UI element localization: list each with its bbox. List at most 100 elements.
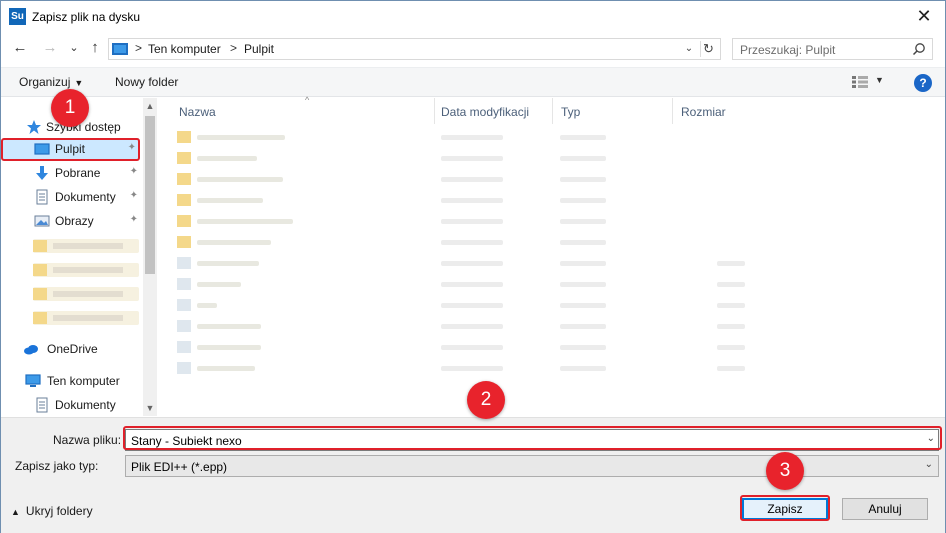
file-row[interactable] bbox=[177, 170, 747, 188]
file-row[interactable] bbox=[177, 254, 747, 272]
caret-down-icon: ▼ bbox=[74, 78, 84, 88]
scroll-up-icon[interactable]: ▲ bbox=[143, 98, 157, 114]
blurred-file-name bbox=[197, 156, 257, 161]
view-options-icon[interactable] bbox=[852, 76, 868, 88]
back-arrow-icon[interactable]: ← bbox=[10, 38, 30, 58]
app-icon: Su bbox=[9, 8, 26, 25]
search-input[interactable]: Przeszukaj: Pulpit bbox=[732, 38, 933, 60]
sidebar-item-downloads[interactable]: Pobrane ✦ bbox=[1, 162, 141, 184]
forward-arrow-icon[interactable]: → bbox=[40, 38, 60, 58]
column-header-label: Data modyfikacji bbox=[441, 105, 530, 119]
refresh-icon[interactable]: ↻ bbox=[700, 41, 716, 57]
blurred-file-name bbox=[197, 240, 271, 245]
sidebar-item-pc-documents[interactable]: Dokumenty bbox=[1, 394, 141, 416]
step-marker-3: 3 bbox=[766, 452, 804, 490]
sidebar-item-this-pc[interactable]: Ten komputer bbox=[1, 370, 141, 392]
file-row[interactable] bbox=[177, 275, 747, 293]
blurred-file-date bbox=[441, 198, 503, 203]
column-header-label: Typ bbox=[561, 105, 581, 119]
blurred-label bbox=[53, 267, 123, 273]
breadcrumb-separator-icon: > bbox=[230, 41, 238, 55]
sidebar-item-documents[interactable]: Dokumenty ✦ bbox=[1, 186, 141, 208]
blurred-file-type bbox=[560, 282, 606, 287]
folder-icon bbox=[177, 215, 191, 227]
sidebar-scrollbar[interactable]: ▲ ▼ bbox=[143, 98, 157, 416]
column-header-size[interactable]: Rozmiar bbox=[673, 98, 753, 124]
sidebar-item-blurred[interactable] bbox=[33, 239, 139, 253]
sidebar-item-pictures[interactable]: Obrazy ✦ bbox=[1, 210, 141, 232]
scroll-down-icon[interactable]: ▼ bbox=[143, 400, 157, 416]
folder-icon bbox=[177, 236, 191, 248]
file-icon bbox=[177, 299, 191, 311]
new-folder-button[interactable]: Nowy folder bbox=[115, 75, 178, 89]
highlight-save-button bbox=[740, 495, 830, 521]
filetype-select[interactable]: Plik EDI++ (*.epp) ⌄ bbox=[125, 455, 939, 477]
file-row[interactable] bbox=[177, 212, 747, 230]
caret-up-icon: ▲ bbox=[11, 507, 20, 517]
blurred-file-name bbox=[197, 282, 241, 287]
close-button[interactable]: ✕ bbox=[909, 3, 939, 29]
blurred-file-date bbox=[441, 240, 503, 245]
file-list: Nazwa ^ Data modyfikacji Typ Rozmiar bbox=[163, 95, 945, 416]
computer-icon bbox=[25, 374, 41, 387]
folder-icon bbox=[33, 240, 47, 252]
blurred-file-type bbox=[560, 261, 606, 266]
breadcrumb-desktop[interactable]: Pulpit bbox=[244, 42, 274, 56]
documents-icon bbox=[36, 189, 48, 205]
blurred-file-name bbox=[197, 324, 261, 329]
search-placeholder: Przeszukaj: Pulpit bbox=[740, 43, 836, 57]
up-arrow-icon[interactable]: ↑ bbox=[85, 38, 105, 58]
blurred-file-date bbox=[441, 261, 503, 266]
recent-locations-icon[interactable]: ⌄ bbox=[64, 38, 84, 58]
hide-folders-toggle[interactable]: ▲ Ukryj foldery bbox=[11, 504, 93, 518]
scroll-thumb[interactable] bbox=[145, 116, 155, 274]
file-row[interactable] bbox=[177, 317, 747, 335]
filename-label: Nazwa pliku: bbox=[53, 433, 122, 447]
breadcrumb-this-pc[interactable]: Ten komputer bbox=[148, 42, 221, 56]
blurred-file-date bbox=[441, 345, 503, 350]
sidebar-item-blurred[interactable] bbox=[33, 263, 139, 277]
blurred-file-size bbox=[717, 324, 745, 329]
column-header-name[interactable]: Nazwa ^ bbox=[171, 95, 435, 124]
chevron-down-icon[interactable]: ⌄ bbox=[925, 459, 933, 470]
blurred-file-date bbox=[441, 324, 503, 329]
blurred-file-size bbox=[717, 282, 745, 287]
column-header-type[interactable]: Typ bbox=[553, 98, 673, 124]
blurred-file-date bbox=[441, 135, 503, 140]
file-row[interactable] bbox=[177, 191, 747, 209]
help-icon[interactable]: ? bbox=[914, 74, 932, 92]
column-header-label: Rozmiar bbox=[681, 105, 726, 119]
file-row[interactable] bbox=[177, 149, 747, 167]
blurred-file-type bbox=[560, 219, 606, 224]
file-row[interactable] bbox=[177, 233, 747, 251]
sidebar-item-onedrive[interactable]: OneDrive bbox=[1, 338, 141, 360]
blurred-file-date bbox=[441, 219, 503, 224]
sidebar-item-blurred[interactable] bbox=[33, 311, 139, 325]
folder-icon bbox=[177, 152, 191, 164]
pin-icon: ✦ bbox=[129, 190, 138, 201]
file-icon bbox=[177, 320, 191, 332]
organize-label: Organizuj bbox=[19, 75, 71, 89]
file-row[interactable] bbox=[177, 296, 747, 314]
organize-button[interactable]: Organizuj ▼ bbox=[19, 75, 83, 89]
folder-icon bbox=[177, 194, 191, 206]
folder-icon bbox=[33, 264, 47, 276]
blurred-file-type bbox=[560, 135, 606, 140]
sidebar-item-label: Ten komputer bbox=[47, 374, 120, 388]
file-row[interactable] bbox=[177, 338, 747, 356]
navigation-bar: ← → ⌄ ↑ > Ten komputer > Pulpit ⌄ ↻ Prze… bbox=[1, 34, 945, 64]
file-row[interactable] bbox=[177, 359, 747, 377]
folder-icon bbox=[33, 312, 47, 324]
file-icon bbox=[177, 278, 191, 290]
column-header-date[interactable]: Data modyfikacji bbox=[433, 98, 553, 124]
chevron-down-icon[interactable]: ⌄ bbox=[682, 42, 696, 56]
sidebar-item-blurred[interactable] bbox=[33, 287, 139, 301]
blurred-file-date bbox=[441, 366, 503, 371]
file-row[interactable] bbox=[177, 128, 747, 146]
blurred-file-name bbox=[197, 219, 293, 224]
blurred-file-type bbox=[560, 324, 606, 329]
cancel-button[interactable]: Anuluj bbox=[842, 498, 928, 520]
address-bar[interactable]: > Ten komputer > Pulpit ⌄ ↻ bbox=[108, 38, 721, 60]
star-icon bbox=[27, 120, 41, 134]
view-caret-down-icon[interactable]: ▼ bbox=[875, 75, 884, 85]
